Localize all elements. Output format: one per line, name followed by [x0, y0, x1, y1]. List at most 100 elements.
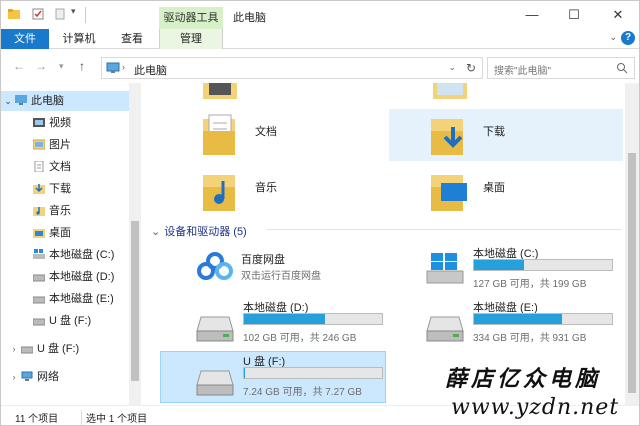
nav-label: 下载	[49, 183, 71, 195]
drive-tile-usb-f[interactable]: U 盘 (F:) 7.24 GB 可用，共 7.27 GB	[159, 351, 395, 403]
drive-name: 百度网盘	[241, 254, 285, 266]
watermark-url: www.yzdn.net	[451, 395, 620, 420]
baidu-netdisk-icon	[197, 252, 233, 280]
hard-drive-icon	[33, 274, 45, 282]
nav-scrollbar-thumb[interactable]	[131, 221, 139, 381]
usb-drive-icon	[21, 346, 33, 354]
downloads-folder-icon	[33, 184, 45, 194]
nav-item-drive-d[interactable]: 本地磁盘 (D:)	[33, 267, 114, 287]
usb-drive-icon	[33, 318, 45, 326]
drive-usage-bar	[473, 313, 613, 325]
expand-chevron-icon[interactable]: ›	[7, 367, 21, 387]
folder-label: 文档	[255, 126, 277, 138]
nav-item-drive-c[interactable]: 本地磁盘 (C:)	[33, 245, 114, 265]
nav-item-videos[interactable]: 视频	[33, 113, 71, 133]
drive-tile-d[interactable]: 本地磁盘 (D:) 102 GB 可用，共 246 GB	[159, 297, 395, 349]
nav-item-downloads[interactable]: 下载	[33, 179, 71, 199]
this-pc-icon	[15, 95, 27, 105]
address-bar[interactable]: › 此电脑 ⌄ ↻	[101, 57, 483, 79]
devices-group-header[interactable]: ⌄ 设备和驱动器 (5)	[151, 223, 247, 239]
drive-space-info: 102 GB 可用，共 246 GB	[243, 333, 357, 344]
nav-item-network[interactable]: › 网络	[7, 367, 60, 387]
tab-manage[interactable]: 管理	[159, 29, 223, 49]
refresh-icon[interactable]: ↻	[466, 61, 476, 75]
tab-file[interactable]: 文件	[1, 29, 49, 49]
folder-label: 下载	[483, 126, 505, 138]
minimize-icon: —	[525, 7, 539, 22]
drive-usage-fill	[244, 314, 325, 324]
pictures-folder-icon	[33, 139, 45, 150]
recent-dropdown-icon[interactable]: ▾	[59, 61, 64, 72]
collapse-chevron-icon[interactable]: ⌄	[1, 91, 15, 111]
folder-tile-documents[interactable]: 文档	[201, 113, 381, 161]
navigation-pane: ⌄ 此电脑 视频 图片 文档 下载 音乐 桌面 本地磁盘 (C:) 本地磁盘 (D…	[1, 83, 141, 405]
search-box[interactable]: 搜索"此电脑"	[487, 57, 635, 79]
search-placeholder: 搜索"此电脑"	[494, 66, 552, 77]
windows-drive-icon	[426, 253, 464, 284]
properties-icon[interactable]	[31, 7, 45, 21]
back-arrow-icon[interactable]: ←	[13, 59, 25, 73]
folder-tile-music[interactable]: 音乐	[201, 169, 381, 217]
expand-ribbon-icon[interactable]: ⌄	[609, 32, 617, 43]
tab-view[interactable]: 查看	[107, 29, 157, 49]
group-collapse-icon: ⌄	[151, 226, 161, 238]
downloads-folder-icon	[431, 119, 463, 155]
folder-tile-desktop[interactable]: 桌面	[429, 169, 609, 217]
expand-chevron-icon[interactable]: ›	[7, 339, 21, 359]
drive-tile-baidu[interactable]: 百度网盘 双击运行百度网盘	[197, 249, 397, 301]
videos-folder-icon[interactable]	[203, 83, 237, 99]
drive-space-info: 127 GB 可用，共 199 GB	[473, 279, 587, 290]
pictures-folder-icon[interactable]	[433, 83, 467, 99]
new-folder-icon[interactable]	[53, 7, 67, 21]
explorer-window: ▾ 驱动器工具 此电脑 — ☐ ✕ 文件 计算机 查看 管理 ⌄ ? ← → ▾…	[0, 0, 640, 426]
nav-label: 此电脑	[31, 95, 64, 107]
maximize-button[interactable]: ☐	[553, 1, 595, 29]
drive-tile-c[interactable]: 本地磁盘 (C:) 127 GB 可用，共 199 GB	[389, 243, 625, 295]
close-button[interactable]: ✕	[597, 1, 639, 29]
documents-folder-icon	[203, 114, 235, 155]
nav-item-pictures[interactable]: 图片	[33, 135, 71, 155]
forward-arrow-icon[interactable]: →	[35, 59, 47, 73]
help-icon[interactable]: ?	[621, 31, 635, 45]
nav-item-drive-e[interactable]: 本地磁盘 (E:)	[33, 289, 114, 309]
content-pane: 文档 下载 音乐 桌面 ⌄ 设备和驱动器 (5) 百度网盘 双击运行百度网盘 本地…	[143, 83, 625, 405]
hard-drive-icon	[33, 296, 45, 304]
drive-space-info: 7.24 GB 可用，共 7.27 GB	[243, 387, 362, 398]
nav-label: 网络	[37, 371, 59, 383]
nav-item-desktop[interactable]: 桌面	[33, 223, 71, 243]
drive-usage-bar	[243, 313, 383, 325]
folder-label: 桌面	[483, 182, 505, 194]
nav-item-this-pc[interactable]: ⌄ 此电脑	[1, 91, 129, 111]
nav-item-usb-f-root[interactable]: › U 盘 (F:)	[7, 339, 80, 359]
drive-subtitle: 双击运行百度网盘	[241, 271, 321, 282]
music-folder-icon	[33, 207, 45, 216]
hard-drive-icon	[196, 316, 234, 342]
nav-item-documents[interactable]: 文档	[33, 157, 71, 177]
up-arrow-icon[interactable]: ↑	[79, 59, 85, 73]
minimize-button[interactable]: —	[511, 1, 553, 29]
title-bar: ▾ 驱动器工具 此电脑 — ☐ ✕	[1, 1, 639, 29]
breadcrumb-separator-icon: ›	[122, 62, 125, 72]
watermark-title: 薛店亿众电脑	[445, 366, 602, 392]
drive-usage-bar	[243, 367, 383, 379]
drive-tools-context-tab: 驱动器工具	[159, 7, 223, 29]
nav-item-music[interactable]: 音乐	[33, 201, 71, 221]
maximize-icon: ☐	[568, 7, 580, 22]
drive-tile-e[interactable]: 本地磁盘 (E:) 334 GB 可用，共 931 GB	[389, 297, 625, 349]
quick-access-dropdown-icon[interactable]: ▾	[71, 6, 85, 20]
usb-drive-icon	[196, 370, 234, 396]
app-icon	[8, 9, 20, 19]
folder-tile-downloads[interactable]: 下载	[429, 113, 609, 161]
nav-label: 音乐	[49, 205, 71, 217]
this-pc-icon	[106, 62, 120, 73]
window-title: 此电脑	[233, 12, 266, 24]
tab-computer[interactable]: 计算机	[53, 29, 105, 49]
nav-item-usb-f[interactable]: U 盘 (F:)	[33, 311, 91, 331]
group-header-label: 设备和驱动器 (5)	[164, 226, 247, 238]
drive-usage-fill	[474, 314, 562, 324]
selected-count: 选中 1 个项目	[81, 410, 147, 425]
content-scrollbar-thumb[interactable]	[628, 153, 636, 393]
address-dropdown-icon[interactable]: ⌄	[448, 62, 456, 73]
drive-usage-fill	[244, 368, 245, 378]
breadcrumb-this-pc[interactable]: 此电脑	[134, 62, 167, 78]
